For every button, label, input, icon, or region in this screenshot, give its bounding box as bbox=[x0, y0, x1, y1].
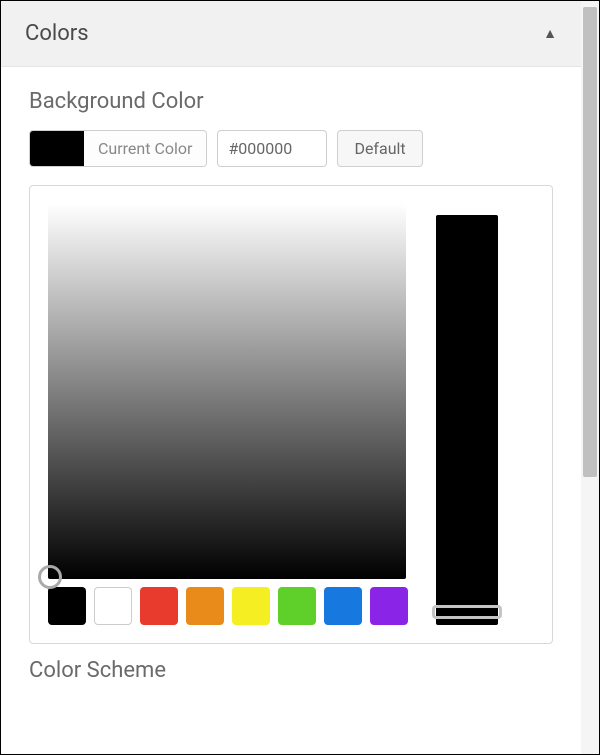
swatch-white[interactable] bbox=[94, 587, 132, 625]
sv-cursor-icon bbox=[38, 565, 62, 589]
hue-slider-handle[interactable] bbox=[432, 605, 502, 619]
swatch-purple[interactable] bbox=[370, 587, 408, 625]
default-button[interactable]: Default bbox=[337, 130, 422, 167]
section-title-background: Background Color bbox=[29, 89, 553, 114]
scrollbar[interactable] bbox=[581, 1, 599, 754]
section-title-color-scheme: Color Scheme bbox=[29, 658, 553, 683]
hue-slider[interactable] bbox=[436, 215, 498, 625]
swatch-yellow[interactable] bbox=[232, 587, 270, 625]
panel-title: Colors bbox=[25, 21, 89, 46]
collapse-icon[interactable]: ▲ bbox=[543, 25, 557, 42]
color-picker bbox=[29, 185, 553, 644]
current-color-label: Current Color bbox=[84, 131, 206, 166]
swatch-green[interactable] bbox=[278, 587, 316, 625]
palette-swatches bbox=[48, 587, 408, 625]
hex-input[interactable] bbox=[217, 130, 327, 167]
swatch-orange[interactable] bbox=[186, 587, 224, 625]
scrollbar-thumb[interactable] bbox=[583, 7, 597, 477]
current-color-button[interactable]: Current Color bbox=[29, 130, 207, 167]
swatch-red[interactable] bbox=[140, 587, 178, 625]
saturation-value-panel[interactable] bbox=[48, 204, 406, 579]
swatch-black[interactable] bbox=[48, 587, 86, 625]
panel-header[interactable]: Colors ▲ bbox=[1, 1, 581, 67]
swatch-blue[interactable] bbox=[324, 587, 362, 625]
current-color-swatch bbox=[30, 131, 84, 166]
